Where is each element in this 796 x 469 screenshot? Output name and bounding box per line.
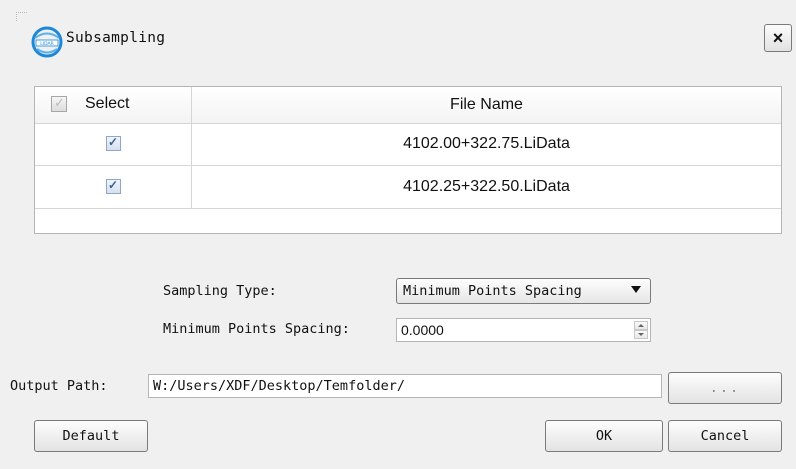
row-file-name: 4102.00+322.75.LiData	[403, 135, 570, 152]
browse-button[interactable]: ...	[668, 372, 782, 404]
row-checkbox[interactable]	[106, 135, 121, 151]
row-checkbox[interactable]	[106, 178, 121, 194]
header-file-name: File Name	[450, 96, 523, 113]
close-button[interactable]: ×	[764, 24, 792, 52]
default-button[interactable]: Default	[34, 420, 148, 452]
window-title: Subsampling	[66, 30, 166, 46]
output-path-label: Output Path:	[10, 378, 108, 394]
min-spacing-spinbox[interactable]: 0.0000	[396, 318, 651, 342]
drag-grip[interactable]	[16, 12, 27, 21]
sampling-type-value: Minimum Points Spacing	[403, 283, 582, 299]
svg-text:LIDAR: LIDAR	[40, 41, 53, 47]
row-select-cell	[35, 166, 192, 208]
ok-button[interactable]: OK	[545, 420, 663, 452]
close-icon: ×	[772, 27, 784, 48]
cancel-button[interactable]: Cancel	[668, 420, 782, 452]
min-spacing-label: Minimum Points Spacing:	[163, 321, 350, 337]
spin-down-icon[interactable]	[634, 330, 648, 339]
file-table: Select File Name 4102.00+322.75.LiData 4…	[34, 86, 782, 234]
header-select-label: Select	[85, 95, 130, 112]
table-row[interactable]: 4102.00+322.75.LiData	[35, 123, 781, 166]
row-select-cell	[35, 123, 192, 165]
select-all-checkbox[interactable]	[51, 95, 67, 112]
title-bar: LIDAR Subsampling ×	[0, 0, 796, 78]
output-path-value: W:/Users/XDF/Desktop/Temfolder/	[153, 378, 405, 394]
output-path-field[interactable]: W:/Users/XDF/Desktop/Temfolder/	[148, 374, 662, 398]
spin-buttons	[634, 321, 648, 339]
min-spacing-value: 0.0000	[401, 322, 444, 338]
spin-up-icon[interactable]	[634, 321, 648, 330]
sampling-type-label: Sampling Type:	[163, 283, 277, 299]
sampling-type-dropdown[interactable]: Minimum Points Spacing	[396, 278, 651, 304]
header-select-cell: Select	[35, 87, 192, 123]
table-header: Select File Name	[35, 87, 781, 124]
lidar-logo-icon: LIDAR	[31, 26, 63, 58]
chevron-down-icon	[631, 286, 641, 293]
table-row[interactable]: 4102.25+322.50.LiData	[35, 166, 781, 209]
row-file-name: 4102.25+322.50.LiData	[403, 178, 570, 195]
